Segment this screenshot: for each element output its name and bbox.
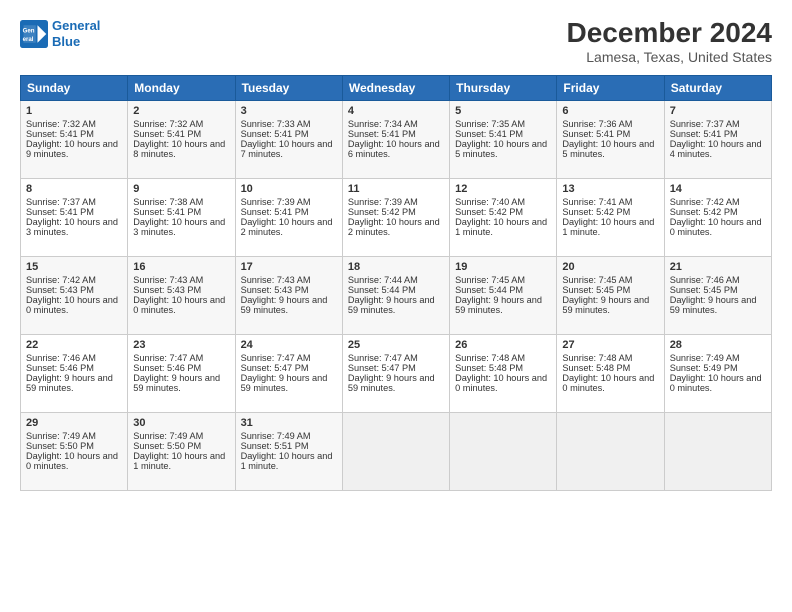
svg-text:eral: eral [23, 36, 34, 43]
logo-text: General Blue [52, 18, 100, 49]
title-block: December 2024 Lamesa, Texas, United Stat… [567, 18, 772, 65]
day-number: 3 [241, 105, 337, 117]
calendar-cell: 4Sunrise: 7:34 AMSunset: 5:41 PMDaylight… [342, 100, 449, 178]
week-row-4: 22Sunrise: 7:46 AMSunset: 5:46 PMDayligh… [21, 334, 772, 412]
col-header-sunday: Sunday [21, 75, 128, 100]
calendar-cell: 21Sunrise: 7:46 AMSunset: 5:45 PMDayligh… [664, 256, 771, 334]
day-number: 18 [348, 261, 444, 273]
day-number: 27 [562, 339, 658, 351]
calendar-cell [450, 412, 557, 490]
calendar-cell: 13Sunrise: 7:41 AMSunset: 5:42 PMDayligh… [557, 178, 664, 256]
col-header-friday: Friday [557, 75, 664, 100]
calendar-cell: 9Sunrise: 7:38 AMSunset: 5:41 PMDaylight… [128, 178, 235, 256]
calendar-cell: 3Sunrise: 7:33 AMSunset: 5:41 PMDaylight… [235, 100, 342, 178]
logo-line1: General [52, 18, 100, 33]
calendar-cell: 7Sunrise: 7:37 AMSunset: 5:41 PMDaylight… [664, 100, 771, 178]
logo-icon: Gen eral [20, 20, 48, 48]
day-number: 26 [455, 339, 551, 351]
col-header-saturday: Saturday [664, 75, 771, 100]
day-number: 1 [26, 105, 122, 117]
calendar-cell: 19Sunrise: 7:45 AMSunset: 5:44 PMDayligh… [450, 256, 557, 334]
day-number: 9 [133, 183, 229, 195]
day-number: 25 [348, 339, 444, 351]
calendar-cell: 14Sunrise: 7:42 AMSunset: 5:42 PMDayligh… [664, 178, 771, 256]
calendar-cell: 6Sunrise: 7:36 AMSunset: 5:41 PMDaylight… [557, 100, 664, 178]
week-row-1: 1Sunrise: 7:32 AMSunset: 5:41 PMDaylight… [21, 100, 772, 178]
calendar-cell: 18Sunrise: 7:44 AMSunset: 5:44 PMDayligh… [342, 256, 449, 334]
calendar-cell: 12Sunrise: 7:40 AMSunset: 5:42 PMDayligh… [450, 178, 557, 256]
calendar-cell: 1Sunrise: 7:32 AMSunset: 5:41 PMDaylight… [21, 100, 128, 178]
calendar-cell: 24Sunrise: 7:47 AMSunset: 5:47 PMDayligh… [235, 334, 342, 412]
day-number: 6 [562, 105, 658, 117]
day-number: 30 [133, 417, 229, 429]
location: Lamesa, Texas, United States [567, 49, 772, 65]
day-number: 15 [26, 261, 122, 273]
calendar-cell: 23Sunrise: 7:47 AMSunset: 5:46 PMDayligh… [128, 334, 235, 412]
calendar-cell: 28Sunrise: 7:49 AMSunset: 5:49 PMDayligh… [664, 334, 771, 412]
calendar-cell: 31Sunrise: 7:49 AMSunset: 5:51 PMDayligh… [235, 412, 342, 490]
day-number: 8 [26, 183, 122, 195]
calendar-cell [664, 412, 771, 490]
day-number: 5 [455, 105, 551, 117]
day-number: 7 [670, 105, 766, 117]
header: Gen eral General Blue December 2024 Lame… [20, 18, 772, 65]
day-number: 14 [670, 183, 766, 195]
day-number: 19 [455, 261, 551, 273]
logo: Gen eral General Blue [20, 18, 100, 49]
calendar-cell: 26Sunrise: 7:48 AMSunset: 5:48 PMDayligh… [450, 334, 557, 412]
day-number: 11 [348, 183, 444, 195]
calendar-table: SundayMondayTuesdayWednesdayThursdayFrid… [20, 75, 772, 491]
calendar-cell [557, 412, 664, 490]
day-number: 16 [133, 261, 229, 273]
week-row-2: 8Sunrise: 7:37 AMSunset: 5:41 PMDaylight… [21, 178, 772, 256]
day-number: 2 [133, 105, 229, 117]
day-number: 21 [670, 261, 766, 273]
day-number: 22 [26, 339, 122, 351]
day-number: 17 [241, 261, 337, 273]
day-number: 12 [455, 183, 551, 195]
calendar-cell: 2Sunrise: 7:32 AMSunset: 5:41 PMDaylight… [128, 100, 235, 178]
day-number: 10 [241, 183, 337, 195]
calendar-cell [342, 412, 449, 490]
calendar-cell: 8Sunrise: 7:37 AMSunset: 5:41 PMDaylight… [21, 178, 128, 256]
calendar-cell: 16Sunrise: 7:43 AMSunset: 5:43 PMDayligh… [128, 256, 235, 334]
col-header-monday: Monday [128, 75, 235, 100]
calendar-cell: 5Sunrise: 7:35 AMSunset: 5:41 PMDaylight… [450, 100, 557, 178]
svg-text:Gen: Gen [23, 27, 35, 34]
calendar-cell: 29Sunrise: 7:49 AMSunset: 5:50 PMDayligh… [21, 412, 128, 490]
calendar-cell: 11Sunrise: 7:39 AMSunset: 5:42 PMDayligh… [342, 178, 449, 256]
day-number: 4 [348, 105, 444, 117]
calendar-cell: 17Sunrise: 7:43 AMSunset: 5:43 PMDayligh… [235, 256, 342, 334]
calendar-cell: 15Sunrise: 7:42 AMSunset: 5:43 PMDayligh… [21, 256, 128, 334]
day-number: 20 [562, 261, 658, 273]
calendar-cell: 10Sunrise: 7:39 AMSunset: 5:41 PMDayligh… [235, 178, 342, 256]
calendar-cell: 30Sunrise: 7:49 AMSunset: 5:50 PMDayligh… [128, 412, 235, 490]
col-header-thursday: Thursday [450, 75, 557, 100]
header-row: SundayMondayTuesdayWednesdayThursdayFrid… [21, 75, 772, 100]
calendar-cell: 25Sunrise: 7:47 AMSunset: 5:47 PMDayligh… [342, 334, 449, 412]
week-row-5: 29Sunrise: 7:49 AMSunset: 5:50 PMDayligh… [21, 412, 772, 490]
day-number: 13 [562, 183, 658, 195]
day-number: 29 [26, 417, 122, 429]
calendar-cell: 22Sunrise: 7:46 AMSunset: 5:46 PMDayligh… [21, 334, 128, 412]
calendar-cell: 27Sunrise: 7:48 AMSunset: 5:48 PMDayligh… [557, 334, 664, 412]
month-title: December 2024 [567, 18, 772, 49]
page: Gen eral General Blue December 2024 Lame… [0, 0, 792, 612]
day-number: 23 [133, 339, 229, 351]
week-row-3: 15Sunrise: 7:42 AMSunset: 5:43 PMDayligh… [21, 256, 772, 334]
day-number: 31 [241, 417, 337, 429]
col-header-wednesday: Wednesday [342, 75, 449, 100]
col-header-tuesday: Tuesday [235, 75, 342, 100]
calendar-cell: 20Sunrise: 7:45 AMSunset: 5:45 PMDayligh… [557, 256, 664, 334]
day-number: 24 [241, 339, 337, 351]
logo-line2: Blue [52, 34, 80, 49]
day-number: 28 [670, 339, 766, 351]
